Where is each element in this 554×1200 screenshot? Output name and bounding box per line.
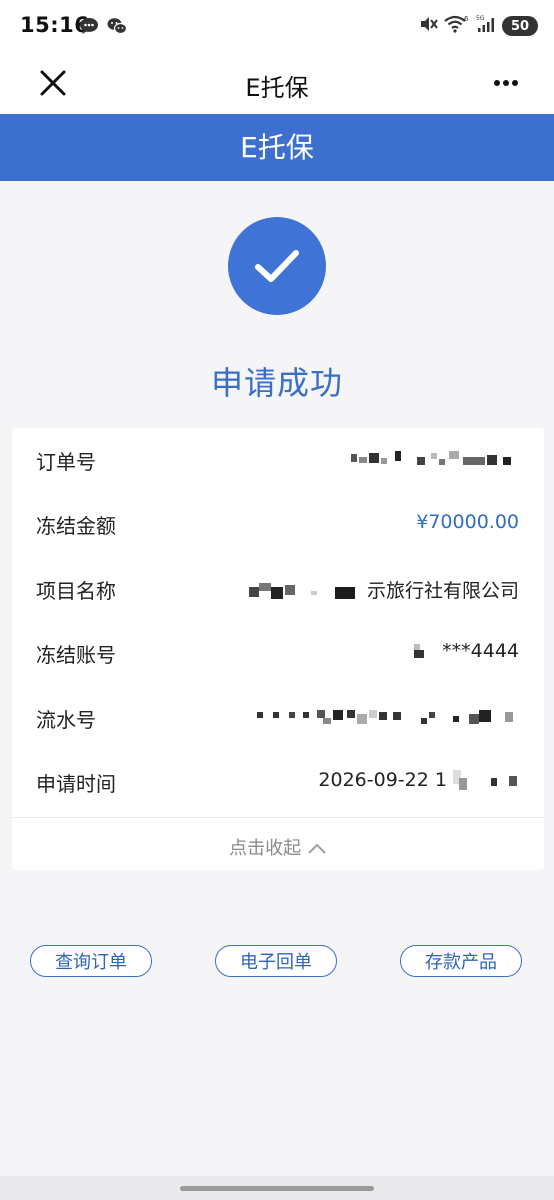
detail-label: 冻结金额 bbox=[36, 514, 116, 538]
detail-row-serial-no: 流水号 bbox=[12, 686, 544, 750]
app-header: E托保 bbox=[0, 114, 554, 181]
redacted-mosaic bbox=[414, 643, 425, 658]
page-title: E托保 bbox=[245, 74, 309, 102]
collapse-label: 点击收起 bbox=[229, 838, 302, 859]
detail-row-order-no: 订单号 bbox=[12, 428, 544, 492]
detail-value: ***4444 bbox=[412, 640, 519, 662]
detail-label: 申请时间 bbox=[36, 772, 116, 796]
detail-label: 冻结账号 bbox=[36, 643, 116, 667]
detail-label: 项目名称 bbox=[36, 579, 116, 603]
more-dots-icon bbox=[494, 80, 518, 86]
deposit-products-button[interactable]: 存款产品 bbox=[400, 945, 522, 977]
detail-value: 示旅行社有限公司 bbox=[248, 576, 519, 603]
check-circle-icon bbox=[228, 217, 326, 315]
mute-icon bbox=[418, 14, 438, 38]
wechat-icon bbox=[106, 16, 128, 40]
signal-icon: 5G bbox=[476, 14, 496, 38]
detail-row-project-name: 项目名称 示旅行社有限公司 bbox=[12, 557, 544, 621]
detail-value bbox=[351, 447, 519, 469]
e-receipt-button[interactable]: 电子回单 bbox=[215, 945, 337, 977]
card-divider bbox=[12, 817, 544, 818]
status-right-icons: 6 5G 50 bbox=[418, 14, 538, 38]
svg-text:6: 6 bbox=[464, 15, 469, 23]
title-bar: E托保 bbox=[0, 52, 554, 114]
detail-value: 2026-09-22 1 bbox=[318, 769, 519, 792]
detail-row-apply-time: 申请时间 2026-09-22 1 bbox=[12, 750, 544, 814]
detail-row-frozen-account: 冻结账号 ***4444 bbox=[12, 621, 544, 685]
detail-label: 流水号 bbox=[36, 708, 96, 732]
result-message: 申请成功 bbox=[210, 364, 343, 402]
system-nav-bar bbox=[0, 1176, 554, 1200]
redacted-mosaic bbox=[351, 450, 511, 465]
more-button[interactable] bbox=[486, 68, 526, 98]
wifi-icon: 6 bbox=[444, 14, 470, 38]
collapse-toggle[interactable]: 点击收起 bbox=[12, 834, 544, 860]
detail-card: 订单号 冻结金额 ¥70000.00 项目名称 示旅行社有限公司 冻结账号 **… bbox=[12, 428, 544, 870]
query-order-button[interactable]: 查询订单 bbox=[30, 945, 152, 977]
status-bar: 15:16 6 5G 50 bbox=[0, 0, 554, 52]
svg-text:5G: 5G bbox=[476, 15, 485, 22]
status-left-icons bbox=[78, 16, 128, 40]
redacted-mosaic bbox=[257, 709, 513, 724]
chat-bubble-icon bbox=[78, 16, 100, 40]
detail-value bbox=[257, 705, 519, 728]
detail-value: ¥70000.00 bbox=[416, 511, 519, 533]
redacted-mosaic bbox=[248, 582, 355, 599]
redacted-mosaic bbox=[453, 769, 517, 790]
detail-label: 订单号 bbox=[36, 450, 96, 474]
detail-row-frozen-amount: 冻结金额 ¥70000.00 bbox=[12, 492, 544, 556]
battery-indicator: 50 bbox=[502, 16, 538, 36]
chevron-up-icon bbox=[308, 843, 326, 854]
home-indicator[interactable] bbox=[180, 1186, 374, 1191]
